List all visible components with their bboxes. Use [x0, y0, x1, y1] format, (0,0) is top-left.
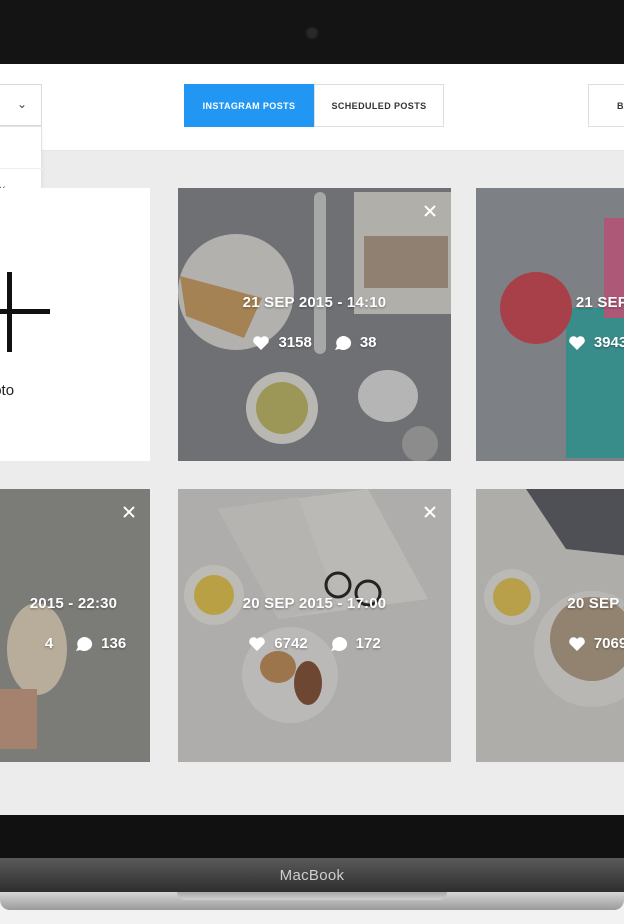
like-count: 7069 — [593, 635, 624, 652]
brand-label: MacBook — [279, 866, 345, 884]
laptop-chin: MacBook — [0, 858, 624, 892]
like-count: 3943 — [593, 334, 624, 351]
post-date: 20 SEP 2015 - 17:00 — [242, 595, 387, 612]
post-stats: 3943 — [476, 334, 624, 351]
tab-instagram-posts[interactable]: INSTAGRAM POSTS — [184, 84, 314, 127]
dropdown-option[interactable] — [0, 127, 43, 169]
back-button[interactable]: BA — [588, 84, 624, 127]
comment-count: 172 — [355, 635, 381, 652]
camera-icon — [305, 26, 319, 40]
post-tile[interactable]: 20 SEP 2015 - 17:00 6742 172 — [178, 489, 451, 762]
comment-icon — [76, 636, 93, 651]
post-tile[interactable]: 21 SEP 20 3943 — [476, 188, 624, 461]
post-tile[interactable]: 2015 - 22:30 4 136 — [0, 489, 150, 762]
chevron-down-icon: ⌄ — [16, 97, 27, 111]
back-button-label: BA — [617, 101, 624, 111]
post-stats: 6742 172 — [178, 635, 451, 652]
add-photo-label: d photo — [0, 382, 15, 399]
heart-icon — [569, 335, 585, 350]
comment-count: 136 — [101, 635, 127, 652]
post-tile[interactable]: 21 SEP 2015 - 14:10 3158 38 — [178, 188, 451, 461]
laptop-notch — [177, 892, 447, 900]
heart-icon — [249, 636, 266, 651]
account-dropdown[interactable]: ⌄ — [0, 84, 42, 126]
close-icon[interactable] — [122, 505, 136, 519]
add-photo-tile[interactable]: d photo — [0, 188, 150, 461]
comment-count: 38 — [359, 334, 377, 351]
heart-icon — [253, 335, 270, 350]
app-screen: ⌄ INSTAGRAM POSTS SCHEDULED POSTS BA Y d… — [0, 64, 624, 815]
like-count: 3158 — [278, 334, 312, 351]
like-count: 4 — [44, 635, 54, 652]
comment-icon — [334, 335, 351, 350]
comment-icon — [330, 636, 347, 651]
bezel-bottom — [0, 815, 624, 859]
post-tile[interactable]: 20 SEP 2015 7069 — [476, 489, 624, 762]
plus-icon-bar — [0, 309, 50, 314]
post-date: 21 SEP 2015 - 14:10 — [242, 294, 387, 311]
heart-icon — [569, 636, 585, 651]
like-count: 6742 — [274, 635, 308, 652]
top-bar: ⌄ INSTAGRAM POSTS SCHEDULED POSTS BA — [0, 64, 624, 151]
post-stats: 3158 38 — [178, 334, 451, 351]
close-icon[interactable] — [423, 505, 437, 519]
close-icon[interactable] — [423, 204, 437, 218]
post-stats: 7069 — [476, 635, 624, 652]
post-date: 20 SEP 2015 — [567, 595, 624, 612]
post-date: 21 SEP 20 — [575, 294, 624, 311]
post-date: 2015 - 22:30 — [29, 595, 118, 612]
tab-scheduled-posts[interactable]: SCHEDULED POSTS — [314, 84, 444, 127]
post-stats: 4 136 — [0, 635, 150, 652]
